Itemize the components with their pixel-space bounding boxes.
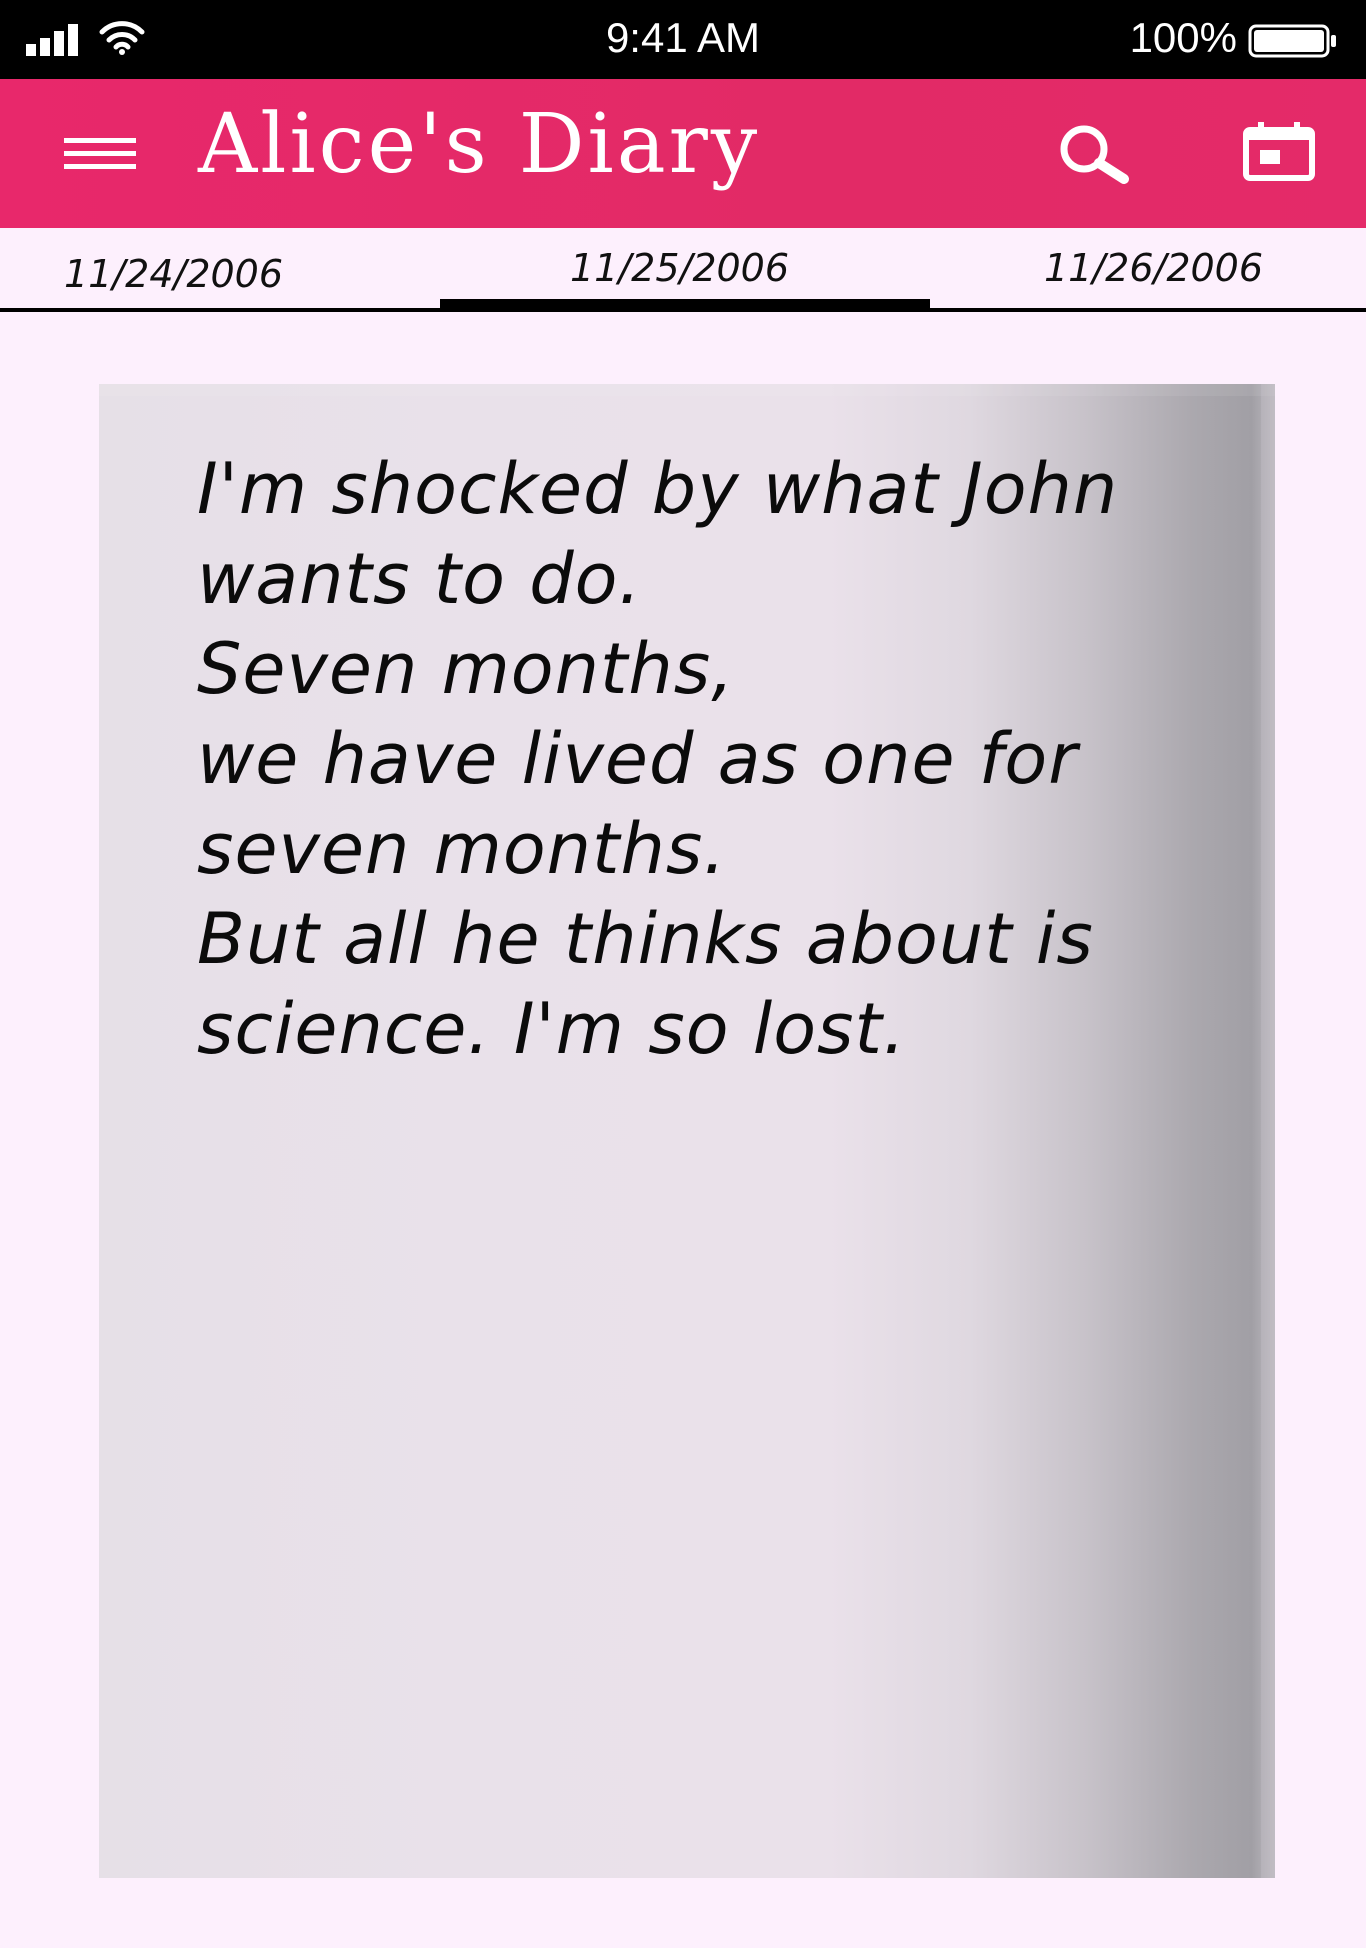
tabs-divider — [0, 308, 1366, 312]
calendar-icon[interactable] — [1242, 122, 1316, 182]
selected-tab-indicator — [440, 299, 930, 308]
entry-line: we have lived as one for — [197, 718, 1079, 800]
diary-entry-text: I'm shocked by what John wants to do. Se… — [197, 444, 1217, 1074]
entry-line: seven months. — [197, 808, 727, 890]
app-bar: Alice's Diary — [0, 79, 1366, 228]
entry-line: But all he thinks about is — [197, 898, 1094, 980]
tab-label: 11/25/2006 — [570, 246, 790, 290]
status-bar: 9:41 AM 100% — [0, 0, 1366, 79]
entry-line: I'm shocked by what John — [197, 448, 1119, 530]
search-icon[interactable] — [1058, 123, 1130, 185]
menu-icon[interactable] — [64, 134, 136, 174]
tab-label: 11/26/2006 — [1044, 246, 1264, 290]
tab-date-previous[interactable]: 11/24/2006 — [0, 228, 440, 316]
battery-percent: 100% — [1129, 14, 1237, 61]
battery-icon — [1248, 24, 1336, 58]
tab-date-next[interactable]: 11/26/2006 — [930, 228, 1366, 316]
entry-line: wants to do. — [197, 538, 642, 620]
diary-page[interactable]: I'm shocked by what John wants to do. Se… — [99, 384, 1275, 1878]
entry-line: science. I'm so lost. — [197, 988, 907, 1070]
entry-line: Seven months, — [197, 628, 735, 710]
tab-label: 11/24/2006 — [64, 252, 284, 296]
app-title: Alice's Diary — [198, 97, 761, 192]
